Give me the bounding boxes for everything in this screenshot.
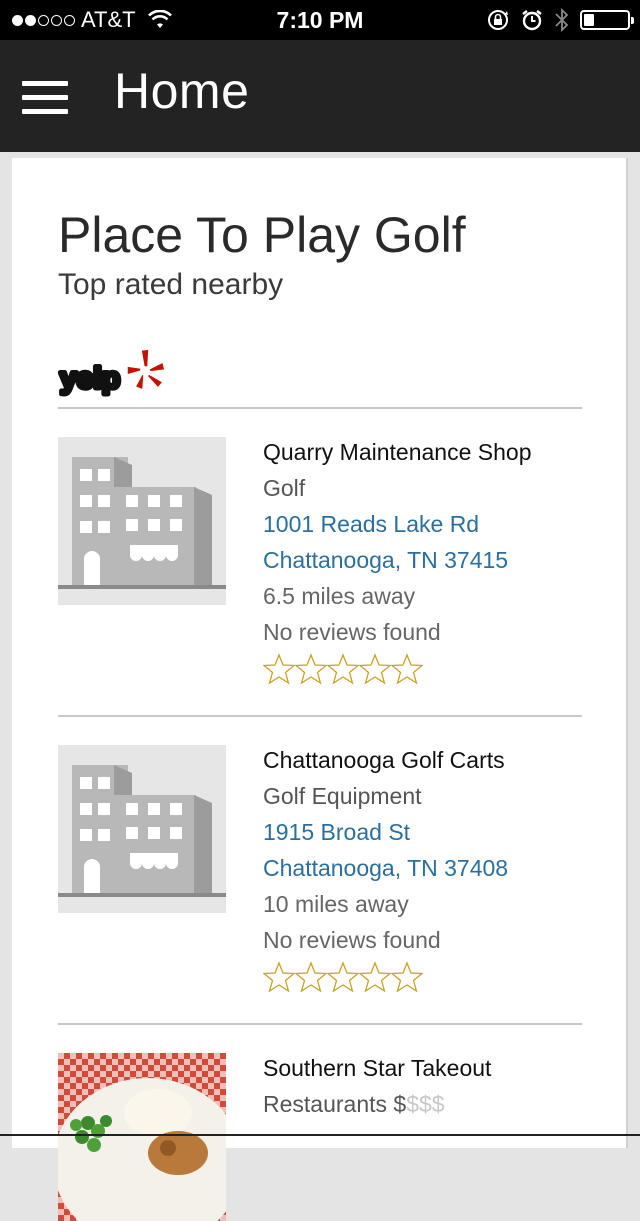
star-outline-icon <box>327 961 359 993</box>
battery-icon <box>580 10 634 30</box>
place-category: Golf Equipment <box>263 783 422 809</box>
app-header: Home <box>0 40 640 152</box>
address-line-2[interactable]: Chattanooga, TN 37415 <box>263 547 508 574</box>
divider <box>58 715 582 717</box>
category-label: Restaurants <box>263 1091 388 1117</box>
price-active: $ <box>393 1091 407 1117</box>
place-name[interactable]: Southern Star Takeout <box>263 1055 491 1082</box>
food-photo <box>58 1053 226 1221</box>
star-outline-icon <box>359 653 391 685</box>
star-outline-icon <box>391 961 423 993</box>
reviews-status: No reviews found <box>263 927 441 953</box>
card-subtitle: Top rated nearby <box>58 268 284 301</box>
rotation-lock-icon <box>488 10 508 30</box>
yelp-logo: yelp yelp <box>58 348 166 398</box>
star-outline-icon <box>295 653 327 685</box>
star-outline-icon <box>263 653 295 685</box>
place-category: Restaurants $$$$ <box>263 1091 445 1118</box>
distance: 10 miles away <box>263 891 409 917</box>
status-bar: AT&T 7:10 PM <box>0 0 640 40</box>
star-outline-icon <box>327 653 359 685</box>
star-outline-icon <box>295 961 327 993</box>
alarm-icon <box>522 10 542 31</box>
price-inactive: $$$ <box>406 1091 445 1117</box>
divider <box>58 407 582 409</box>
page-title: Home <box>114 63 250 119</box>
golf-places-card: Place To Play Golf Top rated nearby yelp… <box>12 158 628 1221</box>
star-outline-icon <box>263 961 295 993</box>
star-outline-icon <box>391 653 423 685</box>
distance: 6.5 miles away <box>263 583 416 609</box>
hamburger-menu-icon[interactable] <box>22 81 68 115</box>
place-name[interactable]: Chattanooga Golf Carts <box>263 747 505 774</box>
svg-text:yelp: yelp <box>60 362 120 395</box>
star-rating <box>263 653 423 685</box>
place-name[interactable]: Quarry Maintenance Shop <box>263 439 532 466</box>
divider <box>58 1023 582 1025</box>
star-rating <box>263 961 423 993</box>
reviews-status: No reviews found <box>263 619 441 645</box>
card-title: Place To Play Golf <box>58 207 466 263</box>
building-placeholder-icon <box>58 745 226 913</box>
address-line-2[interactable]: Chattanooga, TN 37408 <box>263 855 508 882</box>
place-category: Golf <box>263 475 306 501</box>
address-line-1[interactable]: 1001 Reads Lake Rd <box>263 511 479 538</box>
address-line-1[interactable]: 1915 Broad St <box>263 819 410 846</box>
star-outline-icon <box>359 961 391 993</box>
building-placeholder-icon <box>58 437 226 605</box>
bluetooth-icon <box>555 7 569 33</box>
